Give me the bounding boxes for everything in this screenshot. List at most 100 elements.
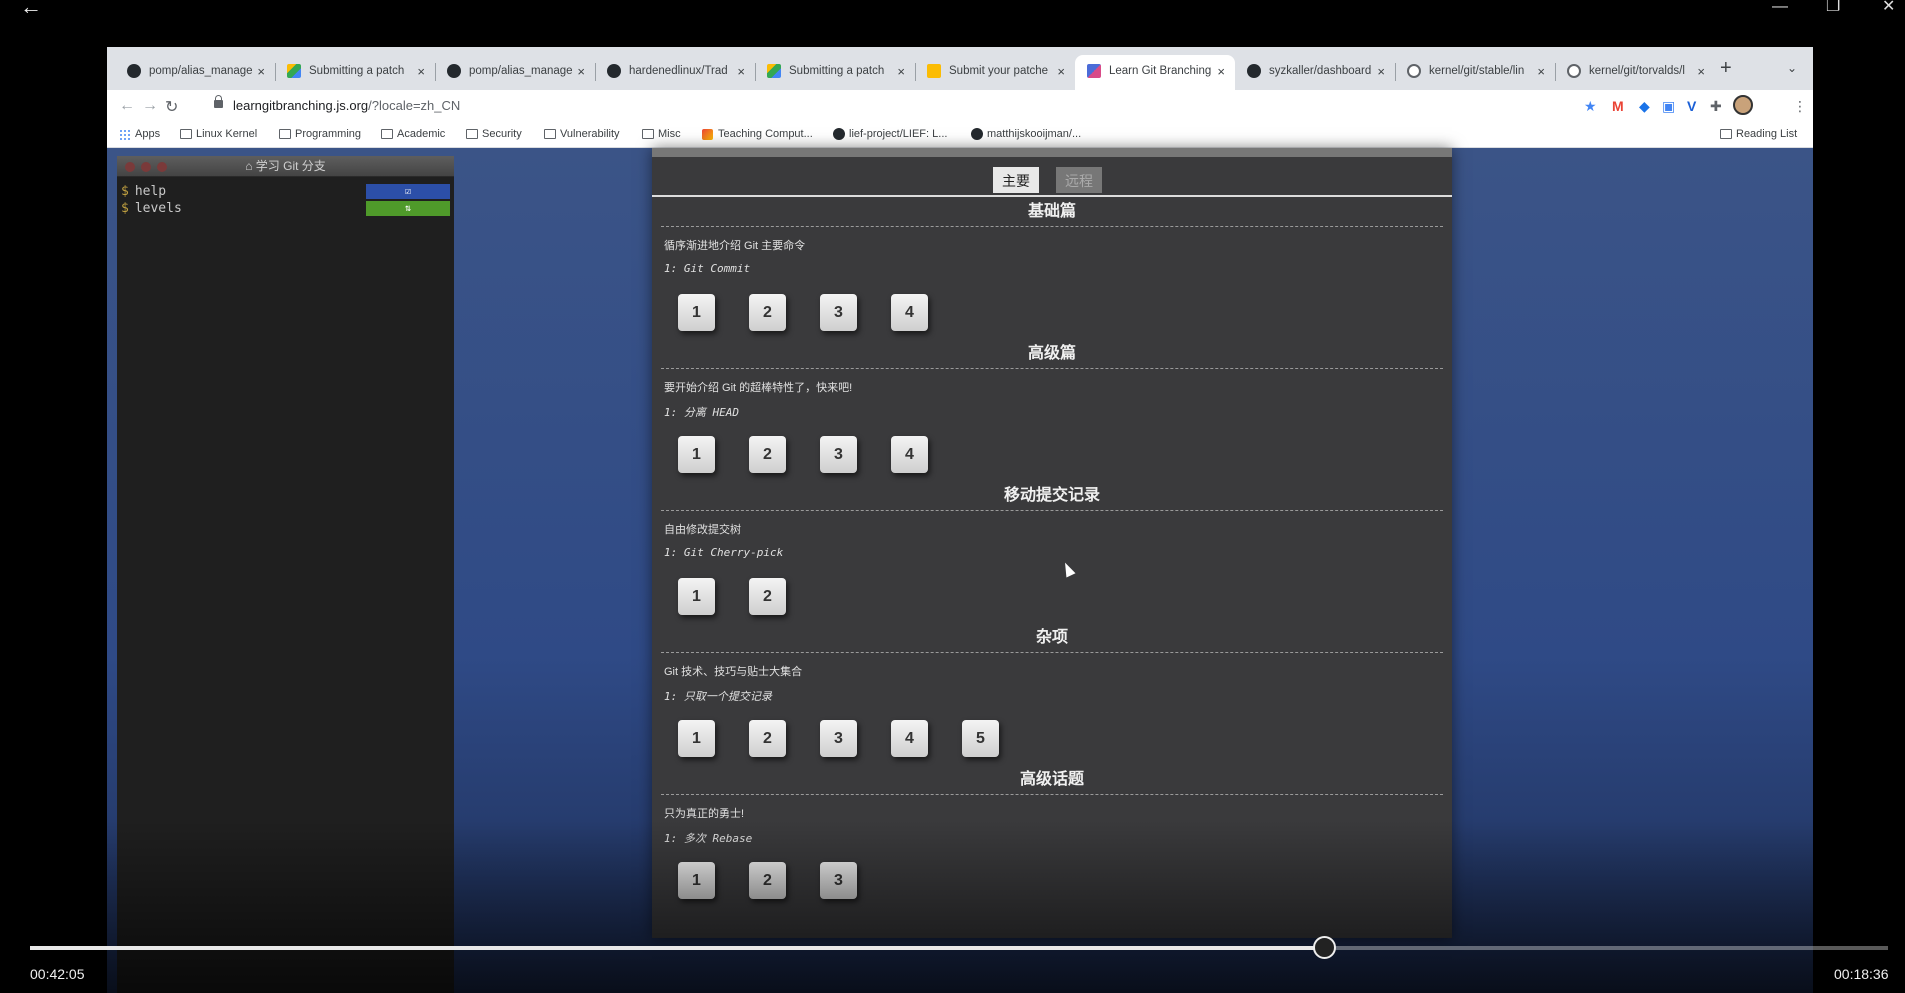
level-button[interactable]: 3: [820, 436, 857, 473]
back-arrow-icon[interactable]: ←: [20, 0, 42, 18]
tab-search-icon[interactable]: ⌄: [1787, 61, 1797, 75]
tab-separator: [275, 63, 276, 81]
bookmark-item[interactable]: Programming: [279, 128, 361, 140]
extensions-puzzle-icon[interactable]: ✚: [1710, 98, 1722, 115]
lgb-icon: [1087, 64, 1101, 78]
levels-tag-icon: ⇅: [366, 201, 450, 216]
avatar[interactable]: [1733, 95, 1753, 115]
level-button-row: 1234: [652, 424, 1452, 481]
level-button[interactable]: 3: [820, 294, 857, 331]
tab-close-icon[interactable]: ×: [1697, 64, 1705, 79]
bookmark-item[interactable]: Linux Kernel: [180, 128, 257, 140]
level-button[interactable]: 1: [678, 720, 715, 757]
reading-list-icon: [1720, 129, 1732, 139]
tab-close-icon[interactable]: ×: [737, 64, 745, 79]
tab-1[interactable]: Submitting a patch ×: [275, 55, 435, 90]
tab-4[interactable]: Submitting a patch ×: [755, 55, 915, 90]
minimize-dot-icon[interactable]: [141, 162, 151, 172]
level-button-row: 12345: [652, 708, 1452, 765]
folder-icon: [381, 129, 393, 139]
section-title: 移动提交记录: [1003, 487, 1100, 504]
level-button[interactable]: 4: [891, 720, 928, 757]
seek-handle[interactable]: [1313, 936, 1337, 959]
bookmark-item[interactable]: lief-project/LIEF: L...: [833, 128, 947, 140]
level-section: 高级篇 要开始介绍 Git 的超棒特性了，快来吧! 1: 分离 HEAD 1 2 3 4: [652, 339, 1452, 481]
folder-icon: [466, 129, 478, 139]
tab-close-icon[interactable]: ×: [1537, 64, 1545, 79]
tab-label: pomp/alias_manage: [469, 65, 573, 77]
bookmark-item[interactable]: Misc: [642, 128, 681, 140]
seek-bar[interactable]: [30, 936, 1888, 959]
level-section: 基础篇 循序渐进地介绍 Git 主要命令 1: Git Commit 1 2 3 4: [652, 197, 1452, 339]
drive-icon: [767, 64, 781, 78]
level-button[interactable]: 3: [820, 720, 857, 757]
close-dot-icon[interactable]: [125, 162, 135, 172]
bookmark-item[interactable]: Apps: [119, 128, 160, 141]
level-button[interactable]: 2: [749, 436, 786, 473]
tab-separator: [595, 63, 596, 81]
github-icon: [1247, 64, 1261, 78]
level-button[interactable]: 2: [749, 294, 786, 331]
tab-close-icon[interactable]: ×: [257, 64, 265, 79]
sequence-name: 1: 只取一个提交记录: [664, 690, 772, 703]
section-description: 要开始介绍 Git 的超棒特性了，快来吧!: [664, 382, 853, 394]
tab-0[interactable]: pomp/alias_manage ×: [115, 55, 275, 90]
terminal-line-levels[interactable]: $ levels ⇅: [117, 200, 454, 217]
section-description: Git 技术、技巧与贴士大集合: [664, 666, 803, 678]
reload-icon[interactable]: ↻: [165, 97, 178, 117]
lock-icon: [214, 95, 223, 108]
sequence-name: 1: 分离 HEAD: [664, 406, 739, 419]
level-button[interactable]: 2: [749, 720, 786, 757]
translate-icon[interactable]: ▣: [1662, 98, 1675, 115]
tab-close-icon[interactable]: ×: [897, 64, 905, 79]
level-button[interactable]: 1: [678, 436, 715, 473]
level-button[interactable]: 4: [891, 436, 928, 473]
restore-icon[interactable]: ❐: [1826, 0, 1840, 15]
tab-5[interactable]: Submit your patche ×: [915, 55, 1075, 90]
tab-close-icon[interactable]: ×: [1377, 64, 1385, 79]
back-icon[interactable]: ←: [119, 97, 135, 115]
level-button[interactable]: 4: [891, 294, 928, 331]
tab-remote[interactable]: 远程: [1056, 167, 1102, 193]
menu-icon[interactable]: ⋮: [1793, 98, 1807, 115]
tab-separator: [915, 63, 916, 81]
tab-7[interactable]: syzkaller/dashboard ×: [1235, 55, 1395, 90]
minimize-icon[interactable]: —: [1772, 0, 1788, 15]
bookmark-item[interactable]: Vulnerability: [544, 128, 620, 140]
vpn-icon[interactable]: V: [1687, 98, 1696, 114]
forward-icon[interactable]: →: [142, 97, 158, 115]
section-title: 基础篇: [1027, 203, 1076, 220]
help-tag-icon: ☑: [366, 184, 450, 199]
bookmark-item[interactable]: matthijskooijman/...: [971, 128, 1081, 140]
level-button[interactable]: 1: [678, 294, 715, 331]
sequence-name: 1: Git Commit: [664, 262, 751, 275]
bookmark-label: Teaching Comput...: [718, 128, 813, 140]
maximize-dot-icon[interactable]: [157, 162, 167, 172]
new-tab-button[interactable]: +: [1720, 57, 1732, 80]
level-button[interactable]: 2: [749, 578, 786, 615]
bookmark-star-icon[interactable]: ★: [1584, 98, 1597, 115]
address-bar[interactable]: learngitbranching.js.org/?locale=zh_CN: [233, 98, 460, 113]
tab-3[interactable]: hardenedlinux/Trad ×: [595, 55, 755, 90]
extension-icon[interactable]: ◆: [1639, 98, 1650, 115]
tab-close-icon[interactable]: ×: [1217, 64, 1225, 79]
tab-close-icon[interactable]: ×: [577, 64, 585, 79]
bookmark-item[interactable]: Academic: [381, 128, 445, 140]
tab-main[interactable]: 主要: [993, 167, 1039, 193]
tab-close-icon[interactable]: ×: [417, 64, 425, 79]
close-icon[interactable]: ✕: [1882, 0, 1895, 15]
level-button[interactable]: 5: [962, 720, 999, 757]
folder-icon: [642, 129, 654, 139]
tab-2[interactable]: pomp/alias_manage ×: [435, 55, 595, 90]
terminal-line-help[interactable]: $ help ☑: [117, 183, 454, 200]
section-description: 自由修改提交树: [664, 524, 741, 536]
level-button[interactable]: 1: [678, 578, 715, 615]
bookmark-item[interactable]: Teaching Comput...: [702, 128, 813, 140]
tab-6[interactable]: Learn Git Branching ×: [1075, 55, 1235, 90]
tab-8[interactable]: kernel/git/stable/lin ×: [1395, 55, 1555, 90]
tab-9[interactable]: kernel/git/torvalds/l ×: [1555, 55, 1715, 90]
reading-list[interactable]: Reading List: [1720, 128, 1797, 140]
tab-close-icon[interactable]: ×: [1057, 64, 1065, 79]
gmail-icon[interactable]: M: [1612, 98, 1624, 114]
bookmark-item[interactable]: Security: [466, 128, 522, 140]
